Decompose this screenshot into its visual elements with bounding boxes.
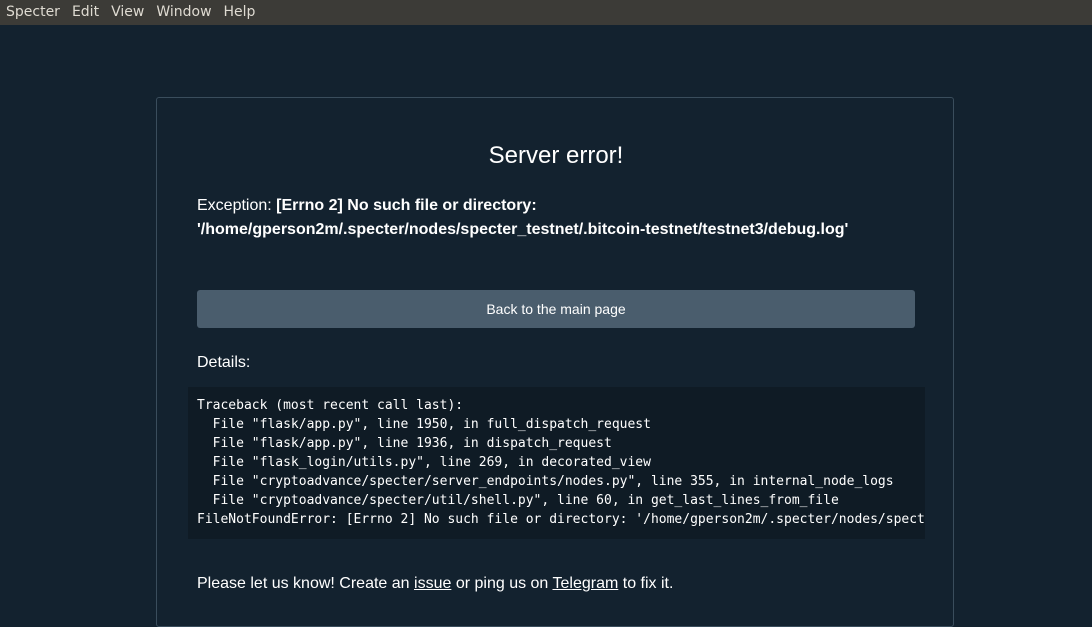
menu-window[interactable]: Window [150, 0, 217, 25]
issue-link[interactable]: issue [414, 575, 451, 592]
footer-message: Please let us know! Create an issue or p… [197, 575, 673, 593]
traceback-line: File "flask_login/utils.py", line 269, i… [197, 455, 651, 470]
page-title: Server error! [488, 142, 624, 169]
traceback-line: File "flask/app.py", line 1950, in full_… [197, 417, 651, 432]
footer-text-middle: or ping us on [451, 575, 553, 592]
traceback-text: Traceback (most recent call last): File … [197, 396, 925, 529]
exception-message: Exception: [Errno 2] No such file or dir… [197, 194, 917, 242]
menu-specter[interactable]: Specter [0, 0, 66, 25]
traceback-line: Traceback (most recent call last): [197, 398, 464, 413]
back-to-main-button[interactable]: Back to the main page [197, 290, 915, 328]
menu-view[interactable]: View [105, 0, 150, 25]
menu-edit[interactable]: Edit [66, 0, 105, 25]
exception-label: Exception: [197, 197, 272, 214]
traceback-line: File "cryptoadvance/specter/server_endpo… [197, 474, 894, 489]
error-card: Server error! Exception: [Errno 2] No su… [156, 97, 954, 627]
telegram-link[interactable]: Telegram [552, 575, 618, 592]
traceback-line: File "cryptoadvance/specter/util/shell.p… [197, 493, 839, 508]
footer-text-before: Please let us know! Create an [197, 575, 415, 592]
menu-bar: Specter Edit View Window Help [0, 0, 1092, 25]
traceback-block: Traceback (most recent call last): File … [188, 387, 925, 539]
exception-text: [Errno 2] No such file or directory: '/h… [197, 197, 849, 238]
traceback-line: FileNotFoundError: [Errno 2] No such fil… [197, 512, 925, 527]
traceback-line: File "flask/app.py", line 1936, in dispa… [197, 436, 612, 451]
footer-text-after: to fix it. [618, 575, 674, 592]
menu-help[interactable]: Help [218, 0, 262, 25]
details-label: Details: [197, 354, 251, 371]
